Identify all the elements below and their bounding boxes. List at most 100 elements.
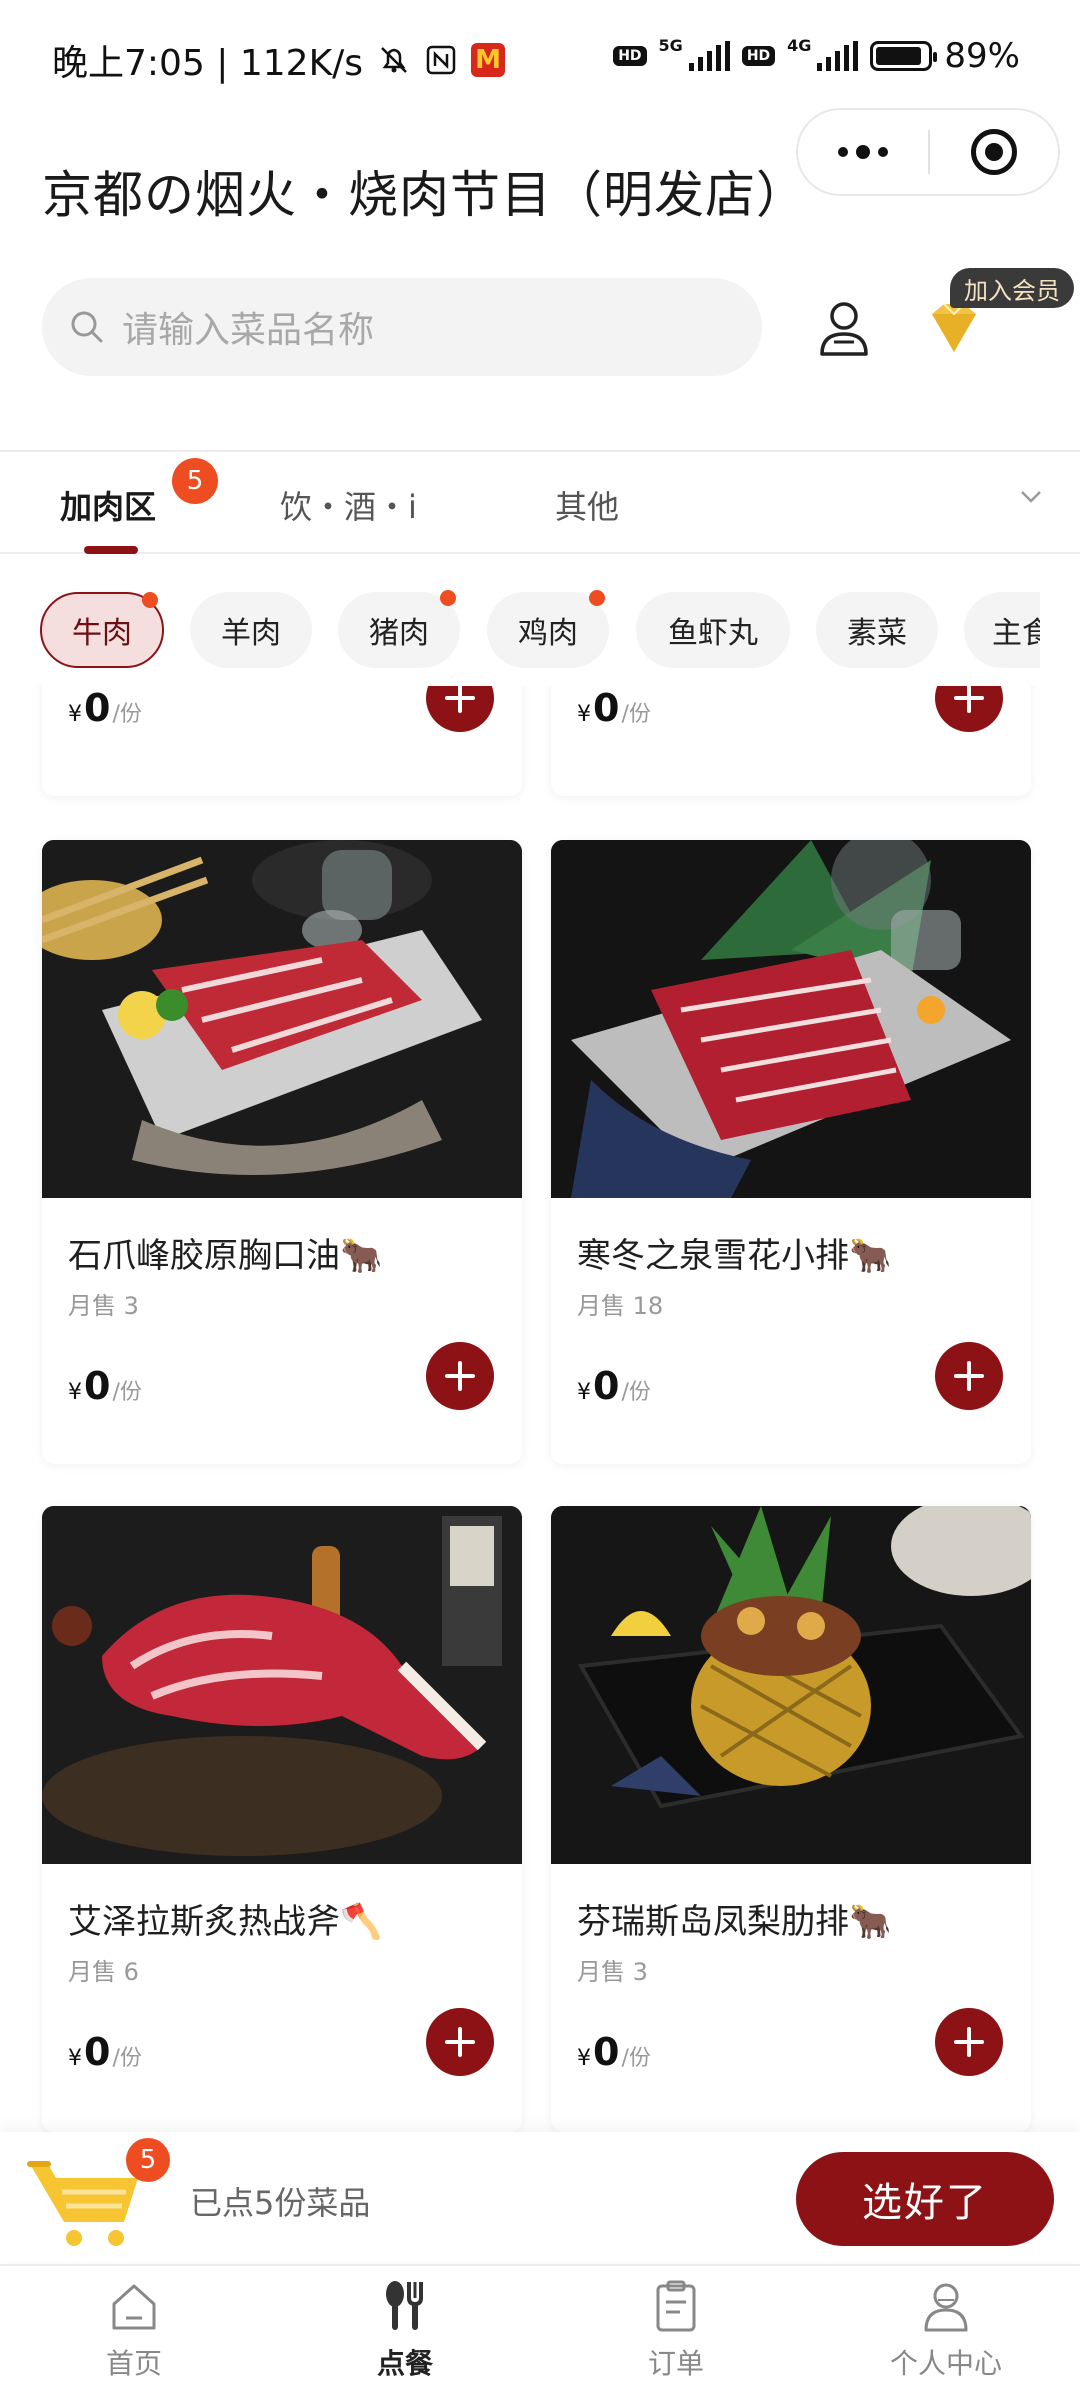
product-card-partial[interactable]: ¥0/份 xyxy=(42,686,522,796)
product-price: ¥0/份 xyxy=(68,686,142,730)
subcategory-chips: 牛肉 羊肉 猪肉 鸡肉 鱼虾丸 素菜 主食 xyxy=(0,584,1040,674)
chip-pork[interactable]: 猪肉 xyxy=(338,590,460,668)
product-name: 芬瑞斯岛凤梨肋排🐂 xyxy=(577,1902,892,1942)
beef-icon: 🐂 xyxy=(340,1236,383,1276)
tab-count-badge: 5 xyxy=(172,458,218,504)
close-miniprogram-button[interactable] xyxy=(930,129,1058,175)
user-icon[interactable] xyxy=(814,296,874,360)
product-price: ¥0/份 xyxy=(577,2030,651,2074)
product-card[interactable]: 石爪峰胶原胸口油🐂 月售 3 ¥0/份 xyxy=(42,840,522,1464)
bell-off-icon xyxy=(377,43,411,77)
product-price: ¥0/份 xyxy=(68,1364,142,1408)
status-bar: 晚上7:05 | 112K/s M HD 5G HD 4G 89% xyxy=(0,0,1080,110)
hd-icon: HD xyxy=(613,46,647,66)
product-monthly-sales: 月售 3 xyxy=(577,1958,648,1986)
chip-label: 牛肉 xyxy=(72,616,132,651)
miniprogram-capsule xyxy=(796,108,1060,196)
product-price: ¥0/份 xyxy=(577,686,651,730)
store-title: 京都の烟火・烧肉节目（明发店） xyxy=(42,166,807,224)
nav-home[interactable]: 首页 xyxy=(34,2276,234,2400)
nav-label: 首页 xyxy=(105,2347,162,2380)
vip-diamond-icon[interactable] xyxy=(922,300,986,356)
add-to-cart-button[interactable] xyxy=(935,2008,1003,2076)
add-to-cart-button[interactable] xyxy=(426,686,494,732)
user-icon xyxy=(924,2283,968,2332)
chip-dot xyxy=(440,590,456,606)
add-to-cart-button[interactable] xyxy=(426,2008,494,2076)
product-monthly-sales: 月售 18 xyxy=(577,1292,664,1320)
nav-label: 点餐 xyxy=(376,2347,433,2380)
nav-label: 订单 xyxy=(647,2347,704,2380)
product-image xyxy=(551,1506,1031,1864)
add-to-cart-button[interactable] xyxy=(935,686,1003,732)
search-placeholder: 请输入菜品名称 xyxy=(122,310,375,351)
status-time: 晚上7:05 | 112K/s xyxy=(52,43,364,84)
product-monthly-sales: 月售 3 xyxy=(68,1292,139,1320)
signal-icon xyxy=(688,41,730,71)
beef-icon: 🐂 xyxy=(849,1236,892,1276)
add-to-cart-button[interactable] xyxy=(426,1342,494,1410)
target-icon xyxy=(971,129,1017,175)
product-card[interactable]: 芬瑞斯岛凤梨肋排🐂 月售 3 ¥0/份 xyxy=(551,1506,1031,2132)
product-price: ¥0/份 xyxy=(68,2030,142,2074)
cart-summary: 已点5份菜品 xyxy=(190,2184,371,2222)
product-name: 艾泽拉斯炙热战斧🪓 xyxy=(68,1902,383,1942)
nav-label: 个人中心 xyxy=(889,2347,1002,2380)
hd-icon-2: HD xyxy=(741,46,776,66)
nfc-icon xyxy=(425,44,457,76)
product-name: 寒冬之泉雪花小排🐂 xyxy=(577,1236,892,1276)
signal-icon-2 xyxy=(817,41,859,71)
chip-label: 羊肉 xyxy=(221,616,281,651)
tab-other[interactable]: 其他 xyxy=(555,482,619,528)
product-image xyxy=(42,840,522,1198)
chip-label: 主食 xyxy=(992,616,1040,651)
cart-bar: 5 已点5份菜品 选好了 xyxy=(0,2132,1080,2262)
chip-staple[interactable]: 主食 xyxy=(964,592,1040,668)
search-icon xyxy=(71,311,103,343)
chevron-down-icon[interactable] xyxy=(1018,484,1044,510)
product-name: 石爪峰胶原胸口油🐂 xyxy=(68,1236,383,1276)
mcdonalds-icon: M xyxy=(471,43,506,77)
product-card-partial[interactable]: ¥0/份 xyxy=(551,686,1031,796)
product-image xyxy=(42,1506,522,1864)
add-to-cart-button[interactable] xyxy=(935,1342,1003,1410)
category-tabs: 加肉区 饮・酒・i 其他 xyxy=(0,450,1080,554)
nav-order-food[interactable]: 点餐 xyxy=(305,2276,505,2400)
chip-dot xyxy=(142,592,158,608)
nav-profile[interactable]: 个人中心 xyxy=(846,2276,1046,2400)
fork-spoon-icon xyxy=(386,2281,423,2330)
tab-meat-zone[interactable]: 加肉区 xyxy=(60,482,156,528)
chip-label: 素菜 xyxy=(847,616,907,651)
battery-percent: 89% xyxy=(944,36,1020,76)
chip-vegetables[interactable]: 素菜 xyxy=(816,592,938,668)
chip-lamb[interactable]: 羊肉 xyxy=(190,592,312,668)
chip-seafood-balls[interactable]: 鱼虾丸 xyxy=(636,592,790,668)
chip-label: 猪肉 xyxy=(369,616,429,651)
search-input[interactable]: 请输入菜品名称 xyxy=(42,278,762,376)
axe-icon: 🪓 xyxy=(340,1902,383,1942)
beef-icon: 🐂 xyxy=(849,1902,892,1942)
product-card[interactable]: 寒冬之泉雪花小排🐂 月售 18 ¥0/份 xyxy=(551,840,1031,1464)
cart-count-badge: 5 xyxy=(126,2138,170,2182)
chip-label: 鱼虾丸 xyxy=(668,616,758,651)
active-tab-indicator xyxy=(84,546,138,554)
join-member-tag[interactable]: 加入会员 xyxy=(950,268,1074,308)
product-image xyxy=(551,840,1031,1198)
tab-drinks[interactable]: 饮・酒・i xyxy=(280,482,417,528)
checkout-button[interactable]: 选好了 xyxy=(796,2152,1054,2246)
chip-dot xyxy=(589,590,605,606)
chip-beef[interactable]: 牛肉 xyxy=(40,592,164,668)
chip-label: 鸡肉 xyxy=(518,616,578,651)
bottom-nav: 首页 点餐 订单 个人中心 xyxy=(0,2264,1080,2400)
product-grid: ¥0/份 ¥0/份 石爪峰胶原胸口油🐂 月售 3 ¥ 0 /份 寒冬之泉雪花小排… xyxy=(0,686,1080,2132)
clipboard-icon xyxy=(656,2280,696,2332)
nav-orders[interactable]: 订单 xyxy=(576,2276,776,2400)
battery-icon xyxy=(870,41,938,71)
more-options-button[interactable] xyxy=(798,110,928,194)
product-price: ¥0/份 xyxy=(577,1364,651,1408)
chip-chicken[interactable]: 鸡肉 xyxy=(487,590,609,668)
home-icon xyxy=(112,2284,156,2330)
product-card[interactable]: 艾泽拉斯炙热战斧🪓 月售 6 ¥0/份 xyxy=(42,1506,522,2132)
product-monthly-sales: 月售 6 xyxy=(68,1958,139,1986)
network-type-5g: 5G xyxy=(658,36,683,55)
